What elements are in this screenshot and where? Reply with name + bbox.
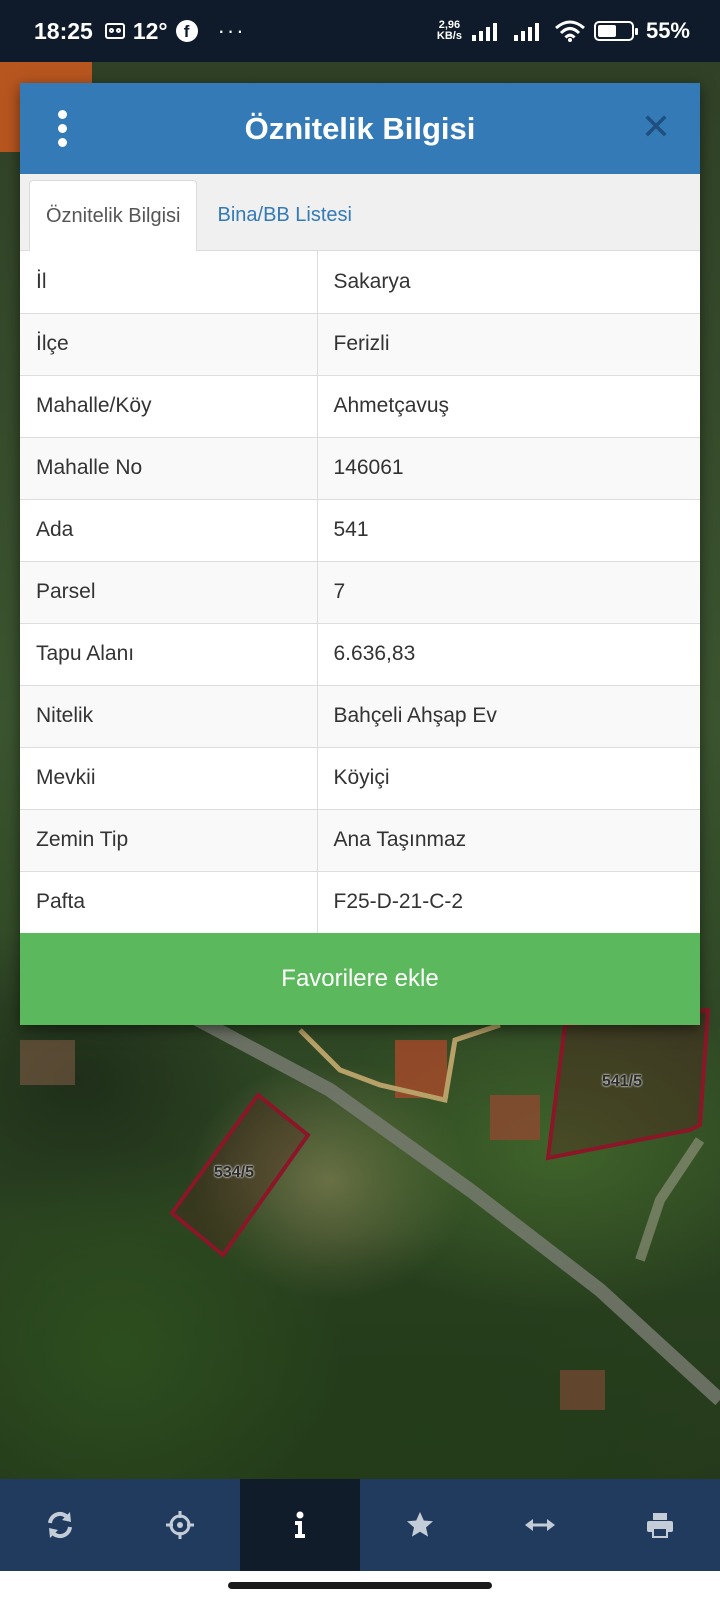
attribute-row: Parsel 7 <box>20 560 700 623</box>
more-options-icon[interactable] <box>50 105 74 151</box>
attribute-row: Mahalle No 146061 <box>20 436 700 499</box>
battery-level <box>597 25 616 37</box>
attribute-value: Ana Taşınmaz <box>317 808 700 871</box>
info-icon <box>295 1511 305 1538</box>
status-time: 18:25 <box>34 17 93 44</box>
attribute-table: İl Sakarya İlçe Ferizli Mahalle/Köy Ahmetçavu… <box>20 251 700 933</box>
toolbar-locate[interactable] <box>120 1479 240 1571</box>
add-to-favorites-button[interactable]: Favorilere ekle <box>20 933 700 1025</box>
status-temperature: 12° <box>132 17 168 44</box>
attribute-key: Mevkii <box>20 746 318 809</box>
toolbar-measure[interactable] <box>480 1479 600 1571</box>
toolbar-favorites[interactable] <box>360 1479 480 1571</box>
system-navigation-bar <box>0 1571 720 1600</box>
attribute-row: Zemin Tip Ana Taşınmaz <box>20 808 700 871</box>
signal-icon <box>513 23 539 41</box>
attribute-key: Tapu Alanı <box>20 622 318 685</box>
battery-percent: 55% <box>645 18 690 43</box>
attribute-key: Mahalle/Köy <box>20 374 318 437</box>
tab-attribute-info[interactable]: Öznitelik Bilgisi <box>29 180 198 251</box>
measure-icon <box>525 1519 555 1531</box>
attribute-value: Sakarya <box>333 269 411 293</box>
attribute-value: Bahçeli Ahşap Ev <box>317 684 700 747</box>
facebook-icon: f <box>175 20 198 42</box>
toolbar-print[interactable] <box>600 1479 720 1571</box>
attribute-key: Parsel <box>20 560 318 623</box>
attribute-key: Pafta <box>20 870 318 933</box>
attribute-value: Ahmetçavuş <box>317 374 700 437</box>
attribute-key: Ada <box>20 498 318 561</box>
attribute-key: Nitelik <box>20 684 318 747</box>
battery-icon <box>593 21 638 41</box>
attribute-row: Tapu Alanı 6.636,83 <box>20 622 700 685</box>
attribute-value: 7 <box>317 560 700 623</box>
wifi-icon <box>554 20 585 42</box>
attribute-key: İlçe <box>20 312 318 375</box>
attribute-row: Mahalle/Köy Ahmetçavuş <box>20 374 700 437</box>
attribute-row: Nitelik Bahçeli Ahşap Ev <box>20 684 700 747</box>
status-bar: 18:25 12° f ··· 2,96 KB/s 55% <box>0 0 720 62</box>
path <box>635 1137 705 1262</box>
dialog-header: Öznitelik Bilgisi ✕ <box>20 83 700 174</box>
tab-building-list[interactable]: Bina/BB Listesi <box>197 180 368 250</box>
attribute-key: Mahalle No <box>20 436 318 499</box>
refresh-icon <box>48 1511 72 1539</box>
attribute-value: 541 <box>317 498 700 561</box>
house-roof <box>20 1040 75 1085</box>
parcel-label: 534/5 <box>214 1164 255 1181</box>
attribute-row: İlçe Ferizli <box>20 312 700 375</box>
attribute-row: İl Sakarya <box>20 251 700 313</box>
parcel-label: 541/5 <box>602 1073 643 1090</box>
close-icon[interactable]: ✕ <box>634 105 678 149</box>
signal-icon <box>471 23 497 41</box>
tab-bar: Öznitelik Bilgisi Bina/BB Listesi <box>20 174 700 251</box>
bottom-toolbar <box>0 1479 720 1571</box>
attribute-value: Köyiçi <box>317 746 700 809</box>
attribute-value: F25-D-21-C-2 <box>317 870 700 933</box>
attribute-info-dialog: Öznitelik Bilgisi ✕ Öznitelik Bilgisi Bi… <box>20 83 700 1025</box>
house-roof <box>560 1370 605 1410</box>
attribute-row: Pafta F25-D-21-C-2 <box>20 870 700 933</box>
attribute-value: 146061 <box>317 436 700 499</box>
star-icon <box>407 1512 433 1537</box>
locate-icon <box>166 1511 194 1539</box>
vpn-icon <box>104 23 125 39</box>
attribute-row: Ada 541 <box>20 498 700 561</box>
attribute-key: İl <box>20 251 318 313</box>
attribute-row: Mevkii Köyiçi <box>20 746 700 809</box>
dialog-title: Öznitelik Bilgisi <box>244 110 476 146</box>
attribute-value: Ferizli <box>317 312 700 375</box>
network-speed: 2,96 KB/s <box>436 19 462 42</box>
attribute-value: 6.636,83 <box>317 622 700 685</box>
print-icon <box>647 1513 673 1538</box>
house-roof <box>490 1095 540 1140</box>
toolbar-info[interactable] <box>240 1479 360 1571</box>
toolbar-refresh[interactable] <box>0 1479 120 1571</box>
attribute-key: Zemin Tip <box>20 808 318 871</box>
home-gesture-handle[interactable] <box>228 1582 492 1589</box>
more-notifications-icon: ··· <box>217 18 246 43</box>
